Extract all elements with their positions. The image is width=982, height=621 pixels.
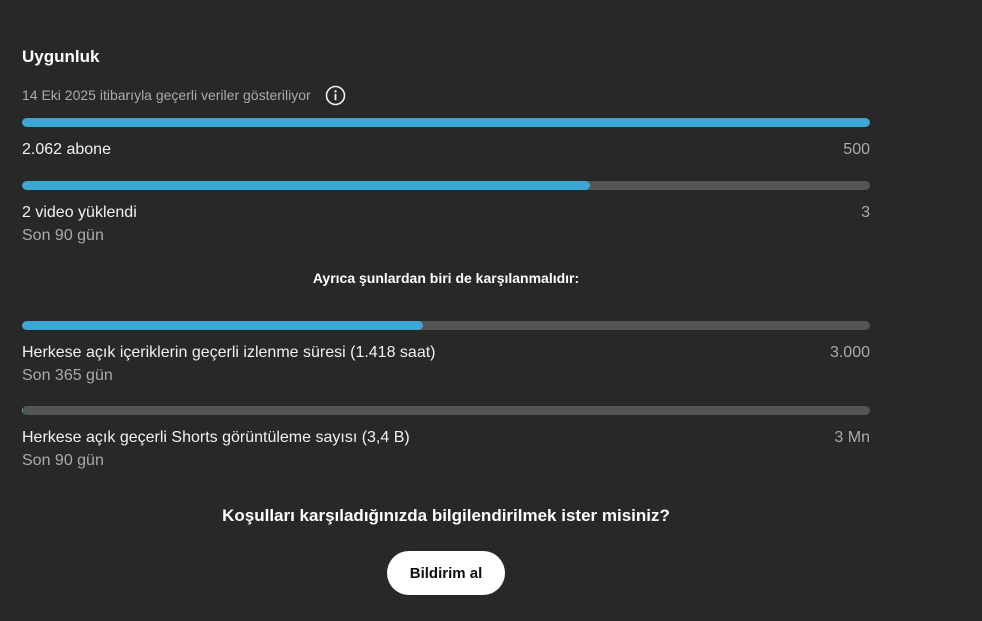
watch-hours-label: Herkese açık içeriklerin geçerli izlenme… (22, 344, 436, 361)
requirement-uploads: 2 video yüklendi 3 Son 90 gün (22, 181, 870, 246)
data-date-note: 14 Eki 2025 itibarıyla geçerli veriler g… (22, 87, 311, 103)
requirement-watch-hours: Herkese açık içeriklerin geçerli izlenme… (22, 321, 870, 386)
uploads-progress-fill (22, 181, 591, 190)
subscribers-progress-bar (22, 118, 870, 127)
uploads-progress-bar (22, 181, 870, 190)
shorts-views-target: 3 Mn (834, 429, 870, 446)
shorts-views-progress-fill (22, 406, 23, 415)
watch-hours-row: Herkese açık içeriklerin geçerli izlenme… (22, 343, 870, 363)
eligibility-panel: Uygunluk 14 Eki 2025 itibarıyla geçerli … (22, 0, 870, 621)
subscribers-progress-fill (22, 118, 870, 127)
data-date-row: 14 Eki 2025 itibarıyla geçerli veriler g… (22, 84, 346, 106)
shorts-views-progress-bar (22, 406, 870, 415)
uploads-period: Son 90 gün (22, 227, 104, 244)
uploads-row: 2 video yüklendi 3 (22, 203, 870, 223)
shorts-views-period: Son 90 gün (22, 452, 104, 469)
get-notified-button[interactable]: Bildirim al (387, 551, 505, 595)
section-title: Uygunluk (22, 47, 100, 66)
requirement-shorts-views: Herkese açık geçerli Shorts görüntüleme … (22, 406, 870, 471)
notify-question: Koşulları karşıladığınızda bilgilendiril… (222, 506, 670, 525)
subscribers-target: 500 (843, 141, 870, 158)
subscribers-row: 2.062 abone 500 (22, 140, 870, 160)
watch-hours-period: Son 365 gün (22, 367, 113, 384)
uploads-label: 2 video yüklendi (22, 204, 137, 221)
watch-hours-progress-bar (22, 321, 870, 330)
watch-hours-progress-fill (22, 321, 424, 330)
requirement-subscribers: 2.062 abone 500 (22, 118, 870, 160)
also-required-heading: Ayrıca şunlardan biri de karşılanmalıdır… (312, 270, 580, 286)
subscribers-label: 2.062 abone (22, 141, 111, 158)
shorts-views-label: Herkese açık geçerli Shorts görüntüleme … (22, 429, 410, 446)
watch-hours-target: 3.000 (829, 344, 870, 361)
info-icon[interactable] (325, 85, 346, 106)
uploads-target: 3 (861, 204, 870, 221)
shorts-views-row: Herkese açık geçerli Shorts görüntüleme … (22, 428, 870, 448)
